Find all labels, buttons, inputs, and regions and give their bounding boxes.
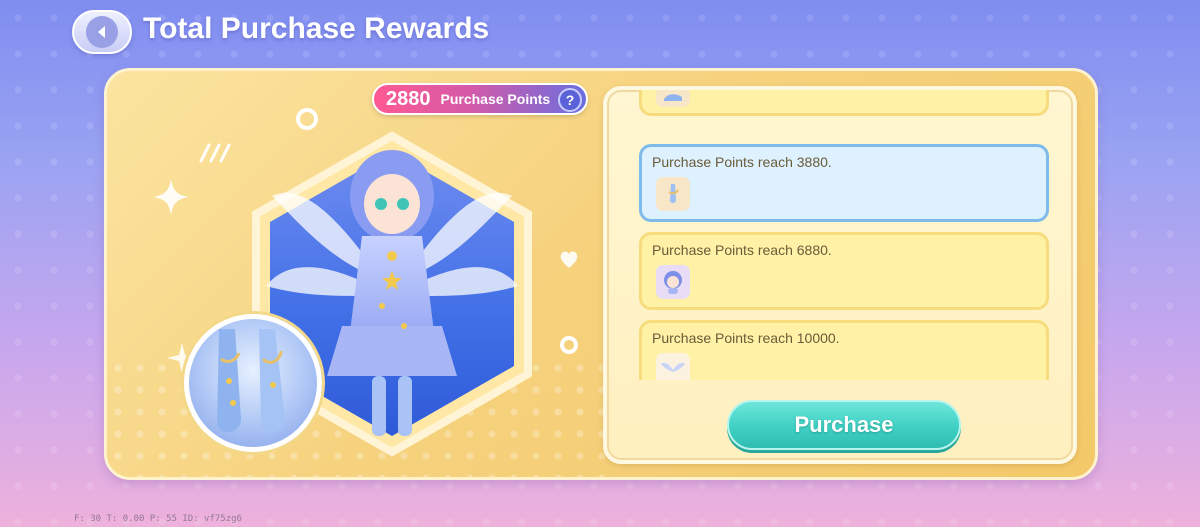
reward-row-10000[interactable]: Purchase Points reach 10000. xyxy=(639,320,1049,380)
page-title: Total Purchase Rewards xyxy=(143,12,490,45)
help-glyph: ? xyxy=(565,92,575,108)
small-ring-icon xyxy=(560,336,578,354)
reward-condition: Purchase Points reach 3880. xyxy=(652,154,832,170)
blue-shoe-icon xyxy=(656,90,690,107)
back-arrow-icon xyxy=(86,16,118,48)
sparkle-icon xyxy=(153,179,189,215)
rewards-list-card: Purchase Points reach 3880. Purchase Poi… xyxy=(603,86,1077,464)
back-button[interactable] xyxy=(72,10,132,54)
rewards-list[interactable]: Purchase Points reach 3880. Purchase Poi… xyxy=(607,90,1073,380)
character-portrait-icon xyxy=(656,265,690,299)
purchase-button[interactable]: Purchase xyxy=(727,400,961,450)
debug-overlay: F: 30 T: 0.00 P: 55 ID: vf75zg6 xyxy=(74,514,242,524)
reward-row-partial[interactable] xyxy=(639,90,1049,116)
reward-condition: Purchase Points reach 10000. xyxy=(652,330,840,346)
ankle-jewelry-icon xyxy=(656,177,690,211)
feet-closeup-image xyxy=(184,314,322,452)
points-label: Purchase Points xyxy=(440,91,551,107)
reward-row-6880[interactable]: Purchase Points reach 6880. xyxy=(639,232,1049,310)
purchase-points-badge: 2880 Purchase Points ? xyxy=(372,83,588,115)
reward-row-3880[interactable]: Purchase Points reach 3880. xyxy=(639,144,1049,222)
heart-icon xyxy=(560,251,578,268)
wing-accessory-icon xyxy=(656,353,690,380)
help-icon[interactable]: ? xyxy=(558,88,582,112)
points-value: 2880 xyxy=(386,87,431,110)
reward-condition: Purchase Points reach 6880. xyxy=(652,242,832,258)
